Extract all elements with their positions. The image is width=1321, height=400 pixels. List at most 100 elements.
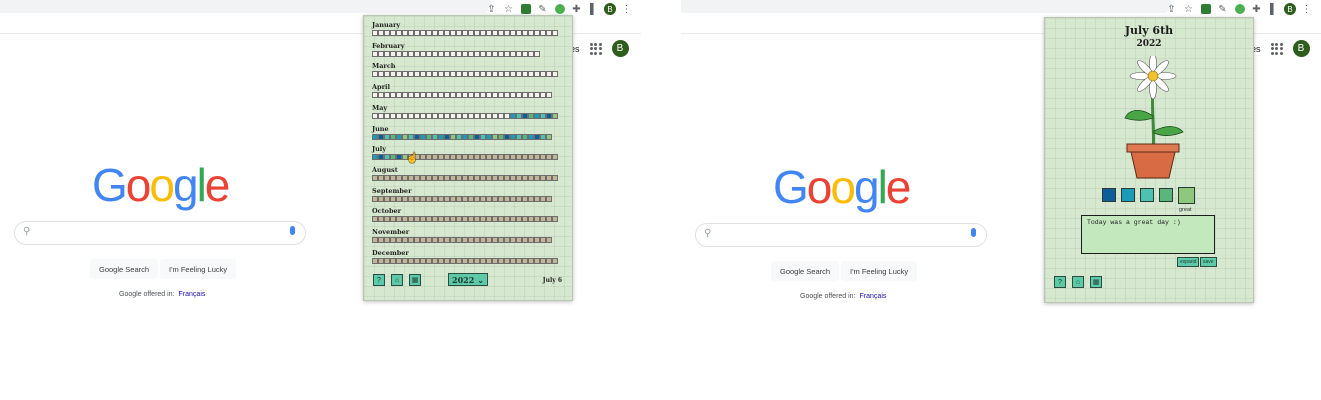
google-logo: Google (92, 159, 230, 211)
day-cell[interactable] (546, 237, 552, 243)
mood-picker (1102, 187, 1195, 204)
day-grid (372, 112, 558, 119)
home-button[interactable]: ⌂ (1072, 276, 1084, 288)
google-avatar[interactable]: B (611, 40, 629, 57)
feeling-lucky-button[interactable]: I'm Feeling Lucky (160, 259, 237, 279)
mood-swatch[interactable] (1178, 187, 1195, 204)
profile-avatar[interactable]: B (1284, 3, 1296, 15)
sidebar-icon[interactable]: ▌ (1267, 3, 1280, 16)
day-cell[interactable] (552, 174, 558, 181)
extension-icon[interactable] (1199, 3, 1212, 16)
apps-icon[interactable] (1270, 42, 1283, 55)
current-date-label: July 6 (542, 277, 562, 284)
day-grid (372, 50, 540, 57)
journal-textarea[interactable]: Today was a great day :) (1081, 215, 1215, 254)
day-cell[interactable] (552, 30, 558, 36)
save-button[interactable]: save (1200, 257, 1217, 267)
day-grid (372, 92, 552, 99)
puzzle-icon[interactable]: ✚ (570, 3, 583, 16)
home-button[interactable]: ⌂ (391, 274, 403, 286)
day-cell[interactable] (552, 154, 558, 161)
extension-icon[interactable]: ✎ (536, 3, 549, 16)
search-input[interactable]: ⚲ (14, 221, 306, 245)
day-grid (372, 133, 552, 140)
month-row: July (372, 145, 558, 161)
day-cell[interactable] (534, 50, 540, 57)
mood-swatch[interactable] (1121, 188, 1135, 202)
share-icon[interactable]: ⇪ (485, 3, 498, 16)
month-row: November (372, 228, 552, 243)
month-row: September (372, 187, 552, 202)
selected-mood-label: great (1179, 207, 1192, 213)
day-grid (372, 195, 552, 202)
popup-nav: ? ⌂ ▦ (1054, 276, 1102, 288)
day-cell[interactable] (546, 92, 552, 99)
mood-swatch[interactable] (1140, 188, 1154, 202)
help-button[interactable]: ? (1054, 276, 1066, 288)
day-grid (372, 154, 558, 161)
month-row: April (372, 83, 552, 99)
language-link[interactable]: Français (860, 293, 887, 300)
day-cell[interactable] (552, 112, 558, 119)
calendar-button[interactable]: ▦ (1090, 276, 1102, 288)
help-button[interactable]: ? (373, 274, 385, 286)
day-grid (372, 237, 552, 243)
calendar-popup: January February March April May June July Augu… (363, 15, 573, 301)
expand-button[interactable]: expand (1177, 257, 1200, 267)
month-name: October (372, 207, 402, 216)
month-row: January (372, 21, 558, 36)
menu-icon[interactable]: ⋮ (620, 3, 633, 16)
month-row: December (372, 249, 558, 264)
day-cell[interactable] (552, 216, 558, 223)
google-avatar[interactable]: B (1292, 40, 1310, 57)
month-row: March (372, 62, 558, 78)
language-link[interactable]: Français (179, 291, 206, 298)
google-logo: Google (773, 161, 911, 213)
feeling-lucky-button[interactable]: I'm Feeling Lucky (841, 261, 918, 281)
microphone-icon[interactable] (290, 226, 295, 235)
apps-icon[interactable] (589, 42, 602, 55)
year-value: 2022 (452, 274, 475, 285)
microphone-icon[interactable] (971, 228, 976, 237)
day-grid (372, 71, 558, 78)
sidebar-icon[interactable]: ▌ (587, 3, 600, 16)
menu-icon[interactable]: ⋮ (1300, 3, 1313, 16)
address-bar[interactable] (681, 0, 1171, 13)
calendar-button[interactable]: ▦ (409, 274, 421, 286)
day-grid (372, 30, 558, 36)
extension-icon[interactable]: ✎ (1216, 3, 1229, 16)
day-cell[interactable] (546, 195, 552, 202)
star-icon[interactable]: ☆ (1182, 3, 1195, 16)
mood-swatch[interactable] (1159, 188, 1173, 202)
hand-cursor-icon: ☝ (406, 153, 419, 164)
flower-pot-illustration (1124, 56, 1184, 179)
google-header: ges B (565, 40, 629, 57)
day-cell[interactable] (546, 133, 552, 140)
mood-extension-icon[interactable] (1233, 3, 1246, 16)
month-row: August (372, 166, 558, 181)
search-input[interactable]: ⚲ (695, 223, 987, 247)
mood-extension-icon[interactable] (553, 3, 566, 16)
puzzle-icon[interactable]: ✚ (1250, 3, 1263, 16)
day-cell[interactable] (552, 71, 558, 78)
month-name: July (372, 145, 387, 154)
profile-avatar[interactable]: B (604, 3, 616, 15)
offered-in-text: Google offered in: Français (800, 293, 887, 300)
google-search-button[interactable]: Google Search (771, 261, 840, 281)
search-icon: ⚲ (23, 226, 31, 237)
browser-toolbar: ⇪ ☆ ✎ ✚ ▌ B ⋮ (681, 0, 1321, 16)
google-search-button[interactable]: Google Search (90, 259, 159, 279)
year-select[interactable]: 2022 ⌄ (448, 273, 488, 286)
share-icon[interactable]: ⇪ (1165, 3, 1178, 16)
offered-in-text: Google offered in: Français (119, 291, 206, 298)
day-cell[interactable] (552, 257, 558, 264)
star-icon[interactable]: ☆ (502, 3, 515, 16)
extension-icon[interactable] (519, 3, 532, 16)
month-name: March (372, 62, 396, 71)
address-bar[interactable] (0, 0, 491, 13)
browser-toolbar: ⇪ ☆ ✎ ✚ ▌ B ⋮ (0, 0, 641, 16)
month-name: November (372, 228, 410, 236)
popup-nav: ? ⌂ ▦ (373, 274, 421, 286)
mood-swatch[interactable] (1102, 188, 1116, 202)
day-grid (372, 216, 558, 223)
